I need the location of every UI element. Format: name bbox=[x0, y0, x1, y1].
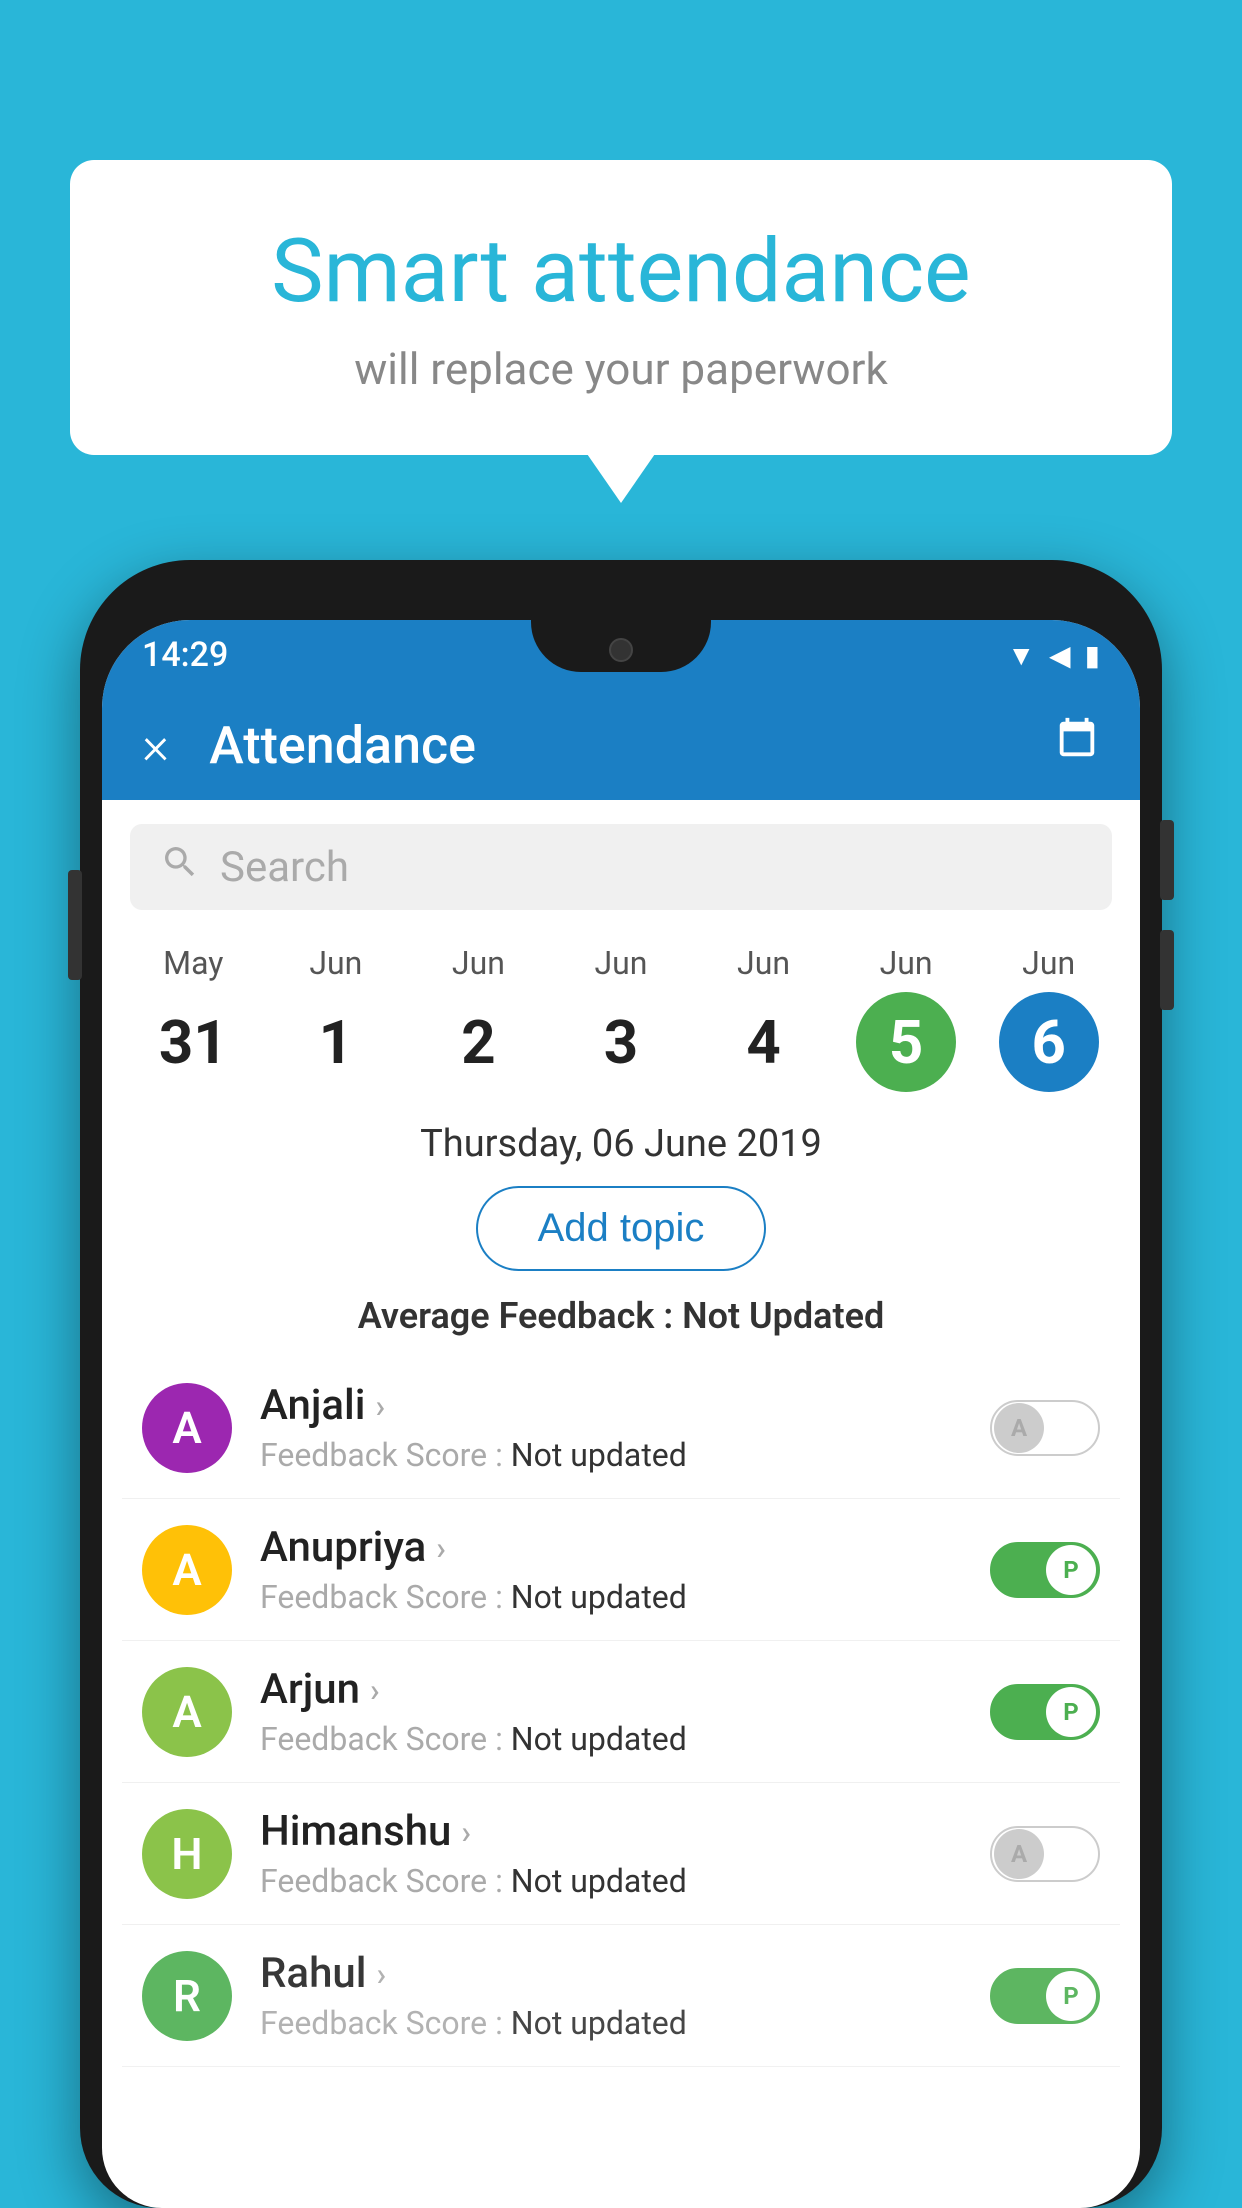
search-placeholder: Search bbox=[220, 843, 349, 892]
calendar-icon[interactable] bbox=[1054, 716, 1100, 774]
cal-month-label: Jun bbox=[594, 944, 647, 982]
attendance-toggle[interactable]: A bbox=[990, 1400, 1100, 1456]
student-info: Rahul › Feedback Score : Not updated bbox=[260, 1949, 990, 2042]
student-name[interactable]: Himanshu › bbox=[260, 1807, 990, 1856]
volume-up-button bbox=[1160, 820, 1174, 900]
attendance-toggle[interactable]: P bbox=[990, 1968, 1100, 2024]
toggle-knob: P bbox=[1046, 1971, 1096, 2021]
speech-bubble: Smart attendance will replace your paper… bbox=[70, 160, 1172, 455]
calendar-day[interactable]: Jun 1 bbox=[266, 944, 406, 1092]
app-bar-title: Attendance bbox=[209, 715, 1054, 776]
status-bar: 14:29 ▼ ◀ ▮ bbox=[102, 620, 1140, 690]
selected-date-text: Thursday, 06 June 2019 bbox=[420, 1122, 822, 1166]
calendar-day[interactable]: Jun 6 bbox=[979, 944, 1119, 1092]
chevron-right-icon: › bbox=[376, 1955, 386, 1993]
student-info: Himanshu › Feedback Score : Not updated bbox=[260, 1807, 990, 1900]
speech-bubble-subtitle: will replace your paperwork bbox=[150, 343, 1092, 395]
calendar-day[interactable]: May 31 bbox=[123, 944, 263, 1092]
toggle-knob: P bbox=[1046, 1545, 1096, 1595]
student-feedback: Feedback Score : Not updated bbox=[260, 1578, 990, 1616]
cal-month-label: Jun bbox=[737, 944, 790, 982]
cal-date-number: 31 bbox=[143, 992, 243, 1092]
student-feedback: Feedback Score : Not updated bbox=[260, 1720, 990, 1758]
power-button bbox=[68, 870, 82, 980]
student-feedback: Feedback Score : Not updated bbox=[260, 1436, 990, 1474]
close-button[interactable]: × bbox=[142, 715, 169, 776]
toggle-knob: A bbox=[994, 1403, 1044, 1453]
calendar-day[interactable]: Jun 2 bbox=[408, 944, 548, 1092]
search-icon bbox=[160, 842, 200, 892]
cal-month-label: May bbox=[163, 944, 223, 982]
cal-date-number: 5 bbox=[856, 992, 956, 1092]
calendar-strip: May 31 Jun 1 Jun 2 Jun 3 Jun 4 Jun 5 Jun 6 bbox=[102, 934, 1140, 1092]
chevron-right-icon: › bbox=[375, 1387, 385, 1425]
add-topic-container: Add topic bbox=[102, 1186, 1140, 1271]
chevron-right-icon: › bbox=[370, 1671, 380, 1709]
student-name-text: Rahul bbox=[260, 1949, 366, 1998]
app-bar: × Attendance bbox=[102, 690, 1140, 800]
student-info: Arjun › Feedback Score : Not updated bbox=[260, 1665, 990, 1758]
cal-month-label: Jun bbox=[309, 944, 362, 982]
student-avatar: R bbox=[142, 1951, 232, 2041]
volume-down-button bbox=[1160, 930, 1174, 1010]
student-name[interactable]: Anjali › bbox=[260, 1381, 990, 1430]
phone-screen: 14:29 ▼ ◀ ▮ × Attendance S bbox=[102, 620, 1140, 2208]
student-name-text: Arjun bbox=[260, 1665, 360, 1714]
calendar-day[interactable]: Jun 3 bbox=[551, 944, 691, 1092]
student-name[interactable]: Anupriya › bbox=[260, 1523, 990, 1572]
student-item: A Arjun › Feedback Score : Not updated P bbox=[122, 1641, 1120, 1783]
notch bbox=[531, 620, 711, 672]
student-item: R Rahul › Feedback Score : Not updated P bbox=[122, 1925, 1120, 2067]
cal-date-number: 4 bbox=[714, 992, 814, 1092]
front-camera bbox=[609, 638, 633, 662]
battery-icon: ▮ bbox=[1085, 639, 1100, 672]
student-item: H Himanshu › Feedback Score : Not updatedA bbox=[122, 1783, 1120, 1925]
date-info: Thursday, 06 June 2019 bbox=[102, 1122, 1140, 1166]
student-item: A Anupriya › Feedback Score : Not updated P bbox=[122, 1499, 1120, 1641]
cal-date-number: 3 bbox=[571, 992, 671, 1092]
attendance-toggle[interactable]: P bbox=[990, 1542, 1100, 1598]
attendance-toggle[interactable]: P bbox=[990, 1684, 1100, 1740]
student-name-text: Anupriya bbox=[260, 1523, 426, 1572]
toggle-knob: P bbox=[1046, 1687, 1096, 1737]
student-avatar: A bbox=[142, 1383, 232, 1473]
calendar-day[interactable]: Jun 5 bbox=[836, 944, 976, 1092]
cal-month-label: Jun bbox=[1022, 944, 1075, 982]
chevron-right-icon: › bbox=[436, 1529, 446, 1567]
avg-feedback-value: Not Updated bbox=[682, 1295, 884, 1337]
student-name[interactable]: Rahul › bbox=[260, 1949, 990, 1998]
calendar-day[interactable]: Jun 4 bbox=[694, 944, 834, 1092]
attendance-toggle[interactable]: A bbox=[990, 1826, 1100, 1882]
toggle-knob: A bbox=[994, 1829, 1044, 1879]
student-avatar: A bbox=[142, 1667, 232, 1757]
student-name-text: Anjali bbox=[260, 1381, 365, 1430]
status-time: 14:29 bbox=[142, 635, 228, 675]
phone-frame: 14:29 ▼ ◀ ▮ × Attendance S bbox=[80, 560, 1162, 2208]
student-list: AAnjali›Feedback Score : Not updatedAAAn… bbox=[102, 1357, 1140, 2067]
student-info: Anjali › Feedback Score : Not updated bbox=[260, 1381, 990, 1474]
speech-bubble-title: Smart attendance bbox=[150, 220, 1092, 323]
cal-month-label: Jun bbox=[452, 944, 505, 982]
student-info: Anupriya › Feedback Score : Not updated bbox=[260, 1523, 990, 1616]
cal-month-label: Jun bbox=[880, 944, 933, 982]
wifi-icon: ▼ bbox=[1007, 639, 1035, 672]
avg-feedback-label: Average Feedback : bbox=[358, 1295, 682, 1337]
average-feedback: Average Feedback : Not Updated bbox=[102, 1295, 1140, 1337]
cal-date-number: 6 bbox=[999, 992, 1099, 1092]
student-item: AAnjali›Feedback Score : Not updatedA bbox=[122, 1357, 1120, 1499]
cal-date-number: 2 bbox=[428, 992, 528, 1092]
signal-icon: ◀ bbox=[1049, 639, 1071, 672]
student-name[interactable]: Arjun › bbox=[260, 1665, 990, 1714]
add-topic-button[interactable]: Add topic bbox=[476, 1186, 767, 1271]
status-icons: ▼ ◀ ▮ bbox=[1007, 639, 1100, 672]
student-name-text: Himanshu bbox=[260, 1807, 451, 1856]
speech-bubble-container: Smart attendance will replace your paper… bbox=[70, 160, 1172, 455]
student-feedback: Feedback Score : Not updated bbox=[260, 1862, 990, 1900]
student-avatar: H bbox=[142, 1809, 232, 1899]
student-feedback: Feedback Score : Not updated bbox=[260, 2004, 990, 2042]
chevron-right-icon: › bbox=[461, 1813, 471, 1851]
student-avatar: A bbox=[142, 1525, 232, 1615]
search-bar[interactable]: Search bbox=[130, 824, 1112, 910]
cal-date-number: 1 bbox=[286, 992, 386, 1092]
